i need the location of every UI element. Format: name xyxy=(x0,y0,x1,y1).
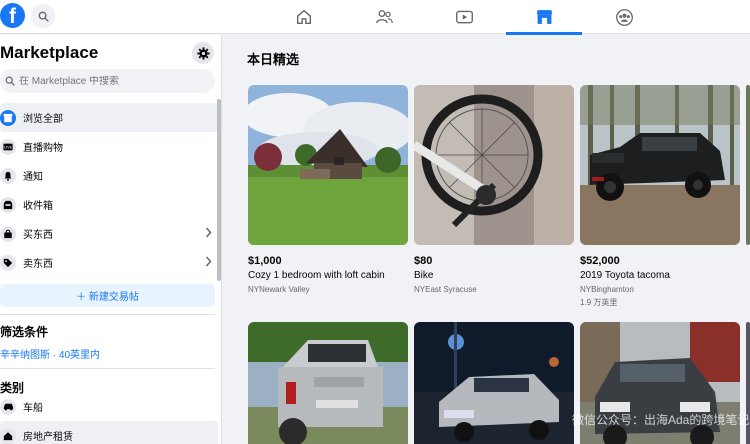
sidebar-title: Marketplace xyxy=(0,43,99,62)
car-icon xyxy=(0,398,16,415)
listing-price: $80 xyxy=(414,255,433,267)
divider xyxy=(0,314,215,315)
listing-photo[interactable] xyxy=(248,85,408,245)
listing-card[interactable]: $52,000 2019 Toyota tacoma NYBinghamton … xyxy=(580,85,740,308)
shopping-bag-icon xyxy=(0,225,16,242)
friends-icon xyxy=(375,10,393,24)
sidebar-item-live-shopping[interactable]: LIVE 直播购物 xyxy=(0,132,218,161)
marketplace-sidebar: Marketplace 浏览全部 LIVE 直播购物 通知 收件箱 买东西 卖东… xyxy=(0,35,222,444)
marketplace-icon xyxy=(536,10,552,24)
sidebar-item-vehicles[interactable]: 车船 xyxy=(0,392,218,421)
tag-icon xyxy=(0,254,16,271)
listing-location: NYNewark Valley xyxy=(248,285,310,294)
main-nav xyxy=(264,0,664,35)
chevron-right-icon xyxy=(205,227,212,238)
listing-card[interactable]: $1,000 Cozy 1 bedroom with loft cabin NY… xyxy=(248,85,408,294)
location-filter-link[interactable]: 辛辛纳图斯 · 40英里内 xyxy=(0,346,100,361)
nav-friends[interactable] xyxy=(344,0,424,34)
listing-price: $1,000 xyxy=(248,255,282,267)
sidebar-item-buying[interactable]: 买东西 xyxy=(0,219,218,248)
divider xyxy=(0,368,215,369)
sidebar-item-browse-all[interactable]: 浏览全部 xyxy=(0,103,218,132)
listing-location: NYBinghamton xyxy=(580,285,634,294)
listing-title: Bike xyxy=(414,270,434,281)
sidebar-item-label: 通知 xyxy=(23,172,43,183)
bell-icon xyxy=(0,167,16,184)
gear-icon xyxy=(196,46,210,60)
listing-photo[interactable] xyxy=(414,85,574,245)
listing-photo[interactable] xyxy=(414,322,574,444)
listing-photo[interactable] xyxy=(248,322,408,444)
chevron-right-icon xyxy=(205,256,212,267)
search-icon xyxy=(5,76,15,86)
sidebar-item-property-rentals[interactable]: 房地产租赁 xyxy=(0,421,218,444)
nav-marketplace[interactable] xyxy=(504,0,584,35)
sidebar-item-label: 卖东西 xyxy=(23,259,53,270)
sidebar-item-label: 买东西 xyxy=(23,230,53,241)
facebook-logo[interactable]: f xyxy=(0,3,25,28)
listing-card[interactable]: $80 Bike NYEast Syracuse xyxy=(414,85,574,294)
house-icon xyxy=(0,427,16,444)
sidebar-item-notifications[interactable]: 通知 xyxy=(0,161,218,190)
marketplace-search-input[interactable] xyxy=(19,75,209,87)
sidebar-scrollbar[interactable] xyxy=(217,99,221,281)
inbox-icon xyxy=(0,196,16,213)
watermark-text: 微信公众号：出海Ada的跨境笔记 xyxy=(572,413,750,427)
nav-groups[interactable] xyxy=(584,0,664,34)
search-icon xyxy=(38,11,49,22)
sidebar-item-selling[interactable]: 卖东西 xyxy=(0,248,218,277)
sidebar-item-label: 收件箱 xyxy=(23,201,53,212)
video-icon xyxy=(455,10,473,23)
storefront-icon xyxy=(0,109,16,126)
page-title: 本日精选 xyxy=(247,52,300,67)
sidebar-item-label: 车船 xyxy=(23,403,43,414)
live-video-icon: LIVE xyxy=(0,138,16,155)
groups-icon xyxy=(615,8,633,26)
listing-photo[interactable] xyxy=(580,85,740,245)
sidebar-item-label: 浏览全部 xyxy=(23,114,63,125)
sidebar-item-label: 房地产租赁 xyxy=(23,432,73,443)
svg-text:LIVE: LIVE xyxy=(4,145,13,149)
listing-title: 2019 Toyota tacoma xyxy=(580,270,670,281)
listing-price: $52,000 xyxy=(580,255,620,267)
top-navigation-bar: f xyxy=(0,0,750,35)
listing-photo[interactable] xyxy=(746,85,750,245)
settings-button[interactable] xyxy=(192,42,214,64)
listing-title: Cozy 1 bedroom with loft cabin xyxy=(248,270,385,281)
nav-home[interactable] xyxy=(264,0,344,34)
sidebar-item-label: 直播购物 xyxy=(23,143,63,154)
marketplace-search xyxy=(0,69,215,93)
listing-location: NYEast Syracuse xyxy=(414,285,477,294)
filters-heading: 筛选条件 xyxy=(0,325,49,339)
search-button[interactable] xyxy=(31,4,55,28)
create-listing-button[interactable]: ＋ 新建交易帖 xyxy=(0,284,215,307)
listing-mileage: 1.9 万英里 xyxy=(580,298,618,307)
nav-watch[interactable] xyxy=(424,0,504,34)
sidebar-item-inbox[interactable]: 收件箱 xyxy=(0,190,218,219)
home-icon xyxy=(296,9,312,25)
